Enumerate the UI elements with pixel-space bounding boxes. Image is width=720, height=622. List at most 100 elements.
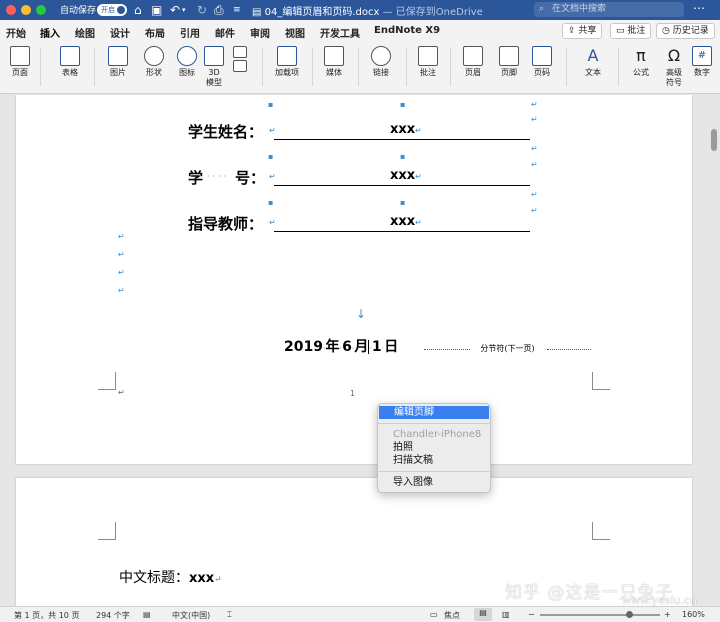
- footer-paragraph-mark: ↵: [118, 388, 125, 397]
- 3d-model-button[interactable]: 3D 模型: [202, 46, 226, 88]
- language-status[interactable]: 中文(中国): [172, 610, 210, 621]
- new-comment-icon: [418, 46, 438, 66]
- picture-button[interactable]: 图片: [104, 46, 132, 78]
- tab-layout[interactable]: 布局: [145, 25, 165, 40]
- smartart-chart-buttons[interactable]: [230, 46, 250, 74]
- advanced-symbol-button[interactable]: Ω 高级 符号: [660, 46, 688, 88]
- paragraph-mark: ↵: [415, 218, 422, 227]
- text-button[interactable]: A 文本: [578, 46, 608, 78]
- header-button[interactable]: 页眉: [458, 46, 488, 78]
- home-icon[interactable]: ⌂: [134, 2, 142, 18]
- autosave-toggle[interactable]: 开启: [97, 4, 127, 16]
- margin-corner-mark: [592, 522, 610, 540]
- pi-icon: π: [636, 46, 646, 65]
- new-comment-button[interactable]: 批注: [414, 46, 442, 78]
- ribbon-divider: [40, 48, 41, 86]
- page-number-button[interactable]: 页码: [528, 46, 556, 78]
- date-line[interactable]: 2019·年·6·月·1·日: [284, 336, 398, 356]
- icons-button[interactable]: 图标: [174, 46, 200, 78]
- student-name-value[interactable]: xxx: [390, 122, 415, 137]
- zoom-window-button[interactable]: [36, 5, 46, 15]
- tab-references[interactable]: 引用: [180, 25, 200, 40]
- date-year-unit: 年: [325, 339, 340, 355]
- paragraph-mark: ↵: [531, 100, 538, 109]
- word-count-status[interactable]: 294 个字: [96, 610, 130, 621]
- footer-button[interactable]: 页脚: [494, 46, 524, 78]
- history-icon: ◷: [662, 26, 673, 36]
- media-button[interactable]: 媒体: [320, 46, 348, 78]
- search-input[interactable]: ⌕ 在文档中搜索: [534, 2, 684, 17]
- ribbon-divider: [566, 48, 567, 86]
- tab-draw[interactable]: 绘图: [75, 25, 95, 40]
- menu-item-scan-document[interactable]: 扫描文稿: [378, 454, 490, 467]
- web-layout-icon[interactable]: ▥: [502, 610, 510, 619]
- print-layout-icon[interactable]: ▤: [474, 608, 492, 621]
- zoom-in-icon[interactable]: +: [664, 610, 671, 619]
- tab-view[interactable]: 视图: [285, 25, 305, 40]
- tab-design[interactable]: 设计: [110, 25, 130, 40]
- paragraph-mark: ↵: [269, 126, 276, 135]
- table-button[interactable]: 表格: [54, 46, 86, 78]
- autosave-label: 自动保存: [60, 6, 97, 16]
- menu-item-import-image[interactable]: 导入图像: [378, 476, 490, 489]
- tab-insert[interactable]: 插入: [40, 25, 60, 44]
- history-button[interactable]: ◷ 历史记录: [656, 23, 715, 39]
- comments-label: 批注: [627, 26, 646, 36]
- zoom-slider-thumb[interactable]: [626, 611, 633, 618]
- accessibility-icon[interactable]: ⌶: [227, 610, 232, 620]
- advisor-value[interactable]: xxx: [390, 214, 415, 229]
- comments-button[interactable]: ▭ 批注: [610, 23, 652, 39]
- tab-home[interactable]: 开始: [6, 25, 26, 40]
- page2-heading-value: xxx: [189, 571, 215, 586]
- student-name-label: 学生姓名：: [188, 123, 264, 141]
- vertical-scrollbar[interactable]: [708, 95, 720, 606]
- shapes-button[interactable]: 形状: [140, 46, 168, 78]
- tab-endnote[interactable]: EndNote X9: [374, 25, 440, 36]
- zoom-out-icon[interactable]: −: [528, 610, 535, 619]
- document-page-1[interactable]: ▪ ▪ ↵ 学生姓名： ↵ xxx ↵ ↵ ↵ ▪ ▪ 学 ···· 号： ↵ …: [16, 95, 692, 464]
- document-canvas[interactable]: ▪ ▪ ↵ 学生姓名： ↵ xxx ↵ ↵ ↵ ▪ ▪ 学 ···· 号： ↵ …: [0, 95, 720, 606]
- proofing-icon[interactable]: ▤: [143, 610, 151, 619]
- menu-separator: [378, 423, 490, 424]
- undo-dropdown-icon[interactable]: ▾: [182, 2, 186, 18]
- tab-review[interactable]: 审阅: [250, 25, 270, 40]
- cube-icon: [204, 46, 224, 66]
- customize-toolbar-icon[interactable]: ≡: [233, 2, 241, 18]
- tab-mailings[interactable]: 邮件: [215, 25, 235, 40]
- focus-icon[interactable]: ▭: [430, 610, 438, 619]
- scrollbar-thumb[interactable]: [711, 129, 717, 151]
- table-icon: [60, 46, 80, 66]
- cell-marker: ▪: [400, 198, 406, 207]
- menu-item-take-photo[interactable]: 拍照: [378, 441, 490, 454]
- advanced-symbol-label-line2: 符号: [666, 78, 682, 87]
- link-button[interactable]: 链接: [366, 46, 396, 78]
- footer-page-number[interactable]: 1: [350, 389, 355, 398]
- addins-button[interactable]: 加载项: [270, 46, 304, 78]
- page-button[interactable]: 页面: [6, 46, 34, 78]
- page2-heading[interactable]: 中文标题：xxx↵: [119, 567, 222, 587]
- minimize-window-button[interactable]: [21, 5, 31, 15]
- comment-icon: ▭: [616, 26, 628, 36]
- student-id-value[interactable]: xxx: [390, 168, 415, 183]
- print-icon[interactable]: ⎙: [214, 2, 224, 18]
- tab-developer[interactable]: 开发工具: [320, 25, 360, 40]
- undo-icon[interactable]: ↶: [170, 2, 180, 18]
- menu-item-edit-footer[interactable]: 编辑页脚: [379, 406, 489, 419]
- focus-label[interactable]: 焦点: [444, 610, 460, 621]
- equation-button[interactable]: π 公式: [626, 46, 656, 78]
- cell-marker: ▪: [400, 100, 406, 109]
- page-label: 页面: [12, 68, 28, 77]
- footer-label: 页脚: [501, 68, 517, 77]
- redo-icon[interactable]: ↻: [197, 2, 207, 18]
- cell-marker: ▪: [268, 198, 274, 207]
- number-button[interactable]: # 数字: [690, 46, 714, 78]
- more-options-icon[interactable]: ⋯: [693, 1, 705, 15]
- page-count-status[interactable]: 第 1 页，共 10 页: [14, 610, 79, 621]
- media-label: 媒体: [326, 68, 342, 77]
- share-button[interactable]: ⇪ 共享: [562, 23, 603, 39]
- paragraph-mark: ↵: [531, 206, 538, 215]
- zoom-slider[interactable]: [540, 614, 660, 616]
- save-icon[interactable]: ▣: [151, 2, 162, 18]
- close-window-button[interactable]: [6, 5, 16, 15]
- zoom-level[interactable]: 160%: [682, 610, 705, 619]
